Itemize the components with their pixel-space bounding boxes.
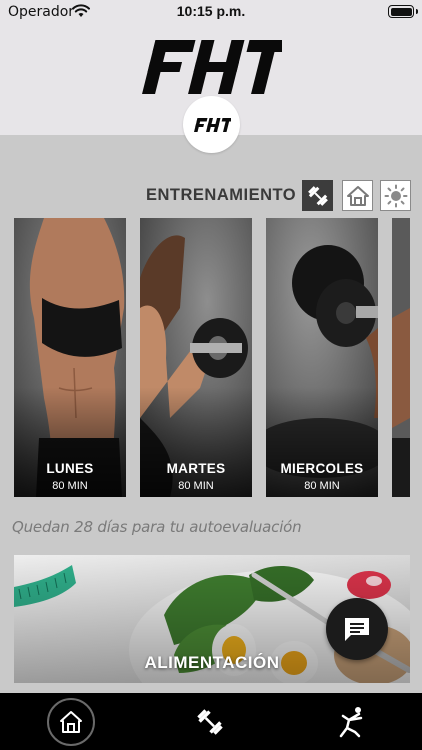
brand-badge-logo bbox=[193, 117, 231, 132]
self-evaluation-notice: Quedan 28 días para tu autoevaluación bbox=[12, 518, 302, 536]
workout-photo bbox=[392, 218, 410, 497]
tab-home[interactable] bbox=[44, 693, 98, 750]
section-title: ENTRENAMIENTO bbox=[146, 186, 297, 204]
day-card-monday[interactable]: LUNES 80 MIN bbox=[14, 218, 126, 497]
day-label: MARTES bbox=[166, 461, 226, 476]
chat-icon bbox=[345, 618, 369, 641]
active-tab-ring bbox=[47, 697, 95, 746]
clock: 10:15 p.m. bbox=[176, 3, 246, 19]
mode-gym-button[interactable] bbox=[302, 180, 333, 211]
tab-stretching[interactable] bbox=[325, 693, 379, 750]
tab-bar bbox=[0, 693, 422, 750]
duration-label: 80 MIN bbox=[52, 480, 88, 492]
home-icon bbox=[346, 185, 369, 206]
mode-home-button[interactable] bbox=[342, 180, 373, 211]
stretch-icon bbox=[339, 706, 363, 737]
day-card-wednesday[interactable]: MIERCOLES 80 MIN bbox=[266, 218, 378, 497]
chat-button[interactable] bbox=[326, 598, 388, 660]
home-icon bbox=[60, 710, 82, 733]
day-card-tuesday[interactable]: MARTES 80 MIN bbox=[140, 218, 252, 497]
mode-outdoor-button[interactable] bbox=[380, 180, 411, 211]
status-bar: Operador 10:15 p.m. bbox=[0, 0, 422, 24]
day-card-next[interactable] bbox=[392, 218, 410, 497]
brand-badge bbox=[183, 96, 240, 153]
day-label: LUNES bbox=[46, 461, 94, 476]
dumbbell-icon bbox=[197, 708, 223, 735]
brand-logo bbox=[140, 38, 292, 96]
battery-icon bbox=[388, 5, 418, 18]
dumbbell-icon bbox=[307, 185, 328, 206]
duration-label: 80 MIN bbox=[304, 480, 340, 492]
day-label: MIERCOLES bbox=[280, 461, 364, 476]
tab-workouts[interactable] bbox=[183, 693, 237, 750]
duration-label: 80 MIN bbox=[178, 480, 214, 492]
sun-icon bbox=[384, 184, 407, 207]
